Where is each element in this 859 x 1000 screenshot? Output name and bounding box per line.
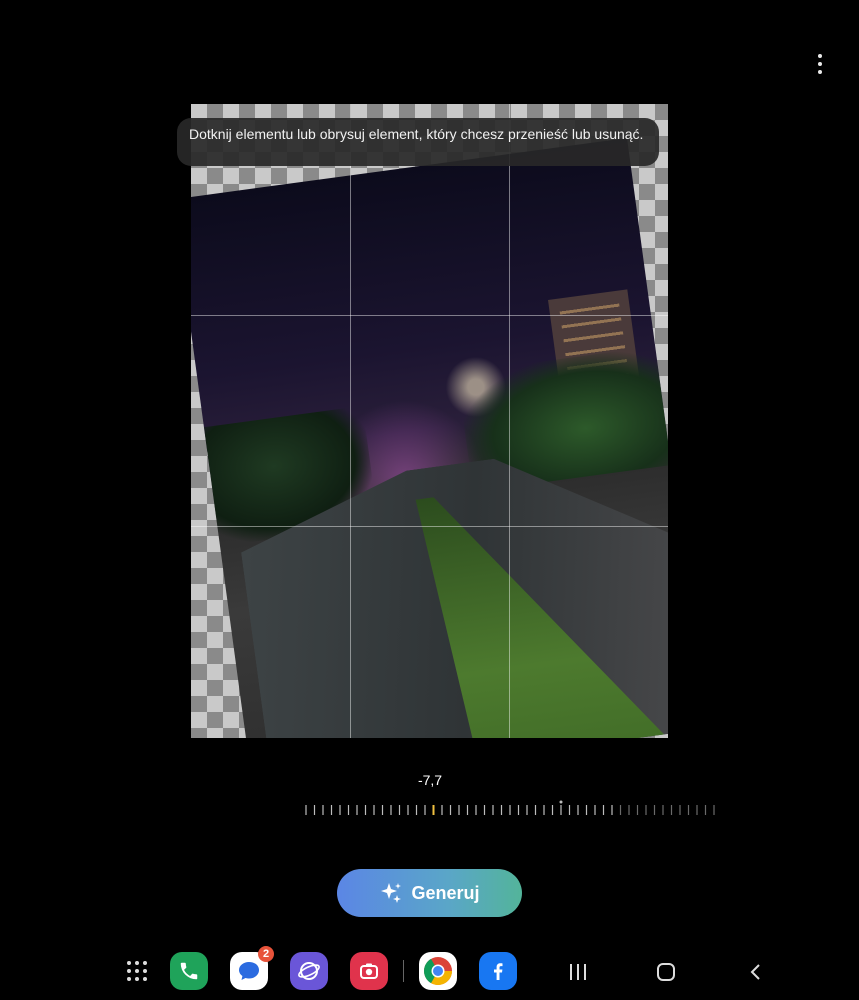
photo-night-street[interactable]: [191, 138, 668, 738]
image-canvas[interactable]: [191, 104, 668, 738]
back-icon[interactable]: [736, 952, 776, 992]
home-icon[interactable]: [646, 952, 686, 992]
rotation-ruler-slider[interactable]: [304, 800, 716, 818]
recents-icon[interactable]: [558, 952, 598, 992]
phone-icon[interactable]: [170, 952, 208, 990]
camera-icon[interactable]: [350, 952, 388, 990]
more-options-icon[interactable]: [806, 50, 834, 78]
generate-label: Generuj: [411, 882, 480, 903]
chrome-icon[interactable]: [419, 952, 457, 990]
crop-grid-line: [191, 526, 668, 527]
hint-tooltip: Dotknij elementu lub obrysuj element, kt…: [177, 118, 659, 166]
internet-icon[interactable]: [290, 952, 328, 990]
crop-grid-line: [350, 104, 351, 738]
facebook-icon[interactable]: [479, 952, 517, 990]
generate-button[interactable]: Generuj: [337, 869, 522, 917]
crop-grid-line: [509, 104, 510, 738]
rotation-value: -7,7: [417, 772, 443, 788]
sparkle-icon: [381, 883, 402, 903]
taskbar-divider: [403, 960, 404, 982]
taskbar: 2: [0, 944, 859, 1000]
messages-badge: 2: [258, 946, 274, 962]
crop-grid-line: [191, 315, 668, 316]
ruler-center-dot: [559, 800, 563, 804]
apps-grid-icon[interactable]: [118, 952, 156, 990]
messages-icon[interactable]: 2: [230, 946, 274, 990]
